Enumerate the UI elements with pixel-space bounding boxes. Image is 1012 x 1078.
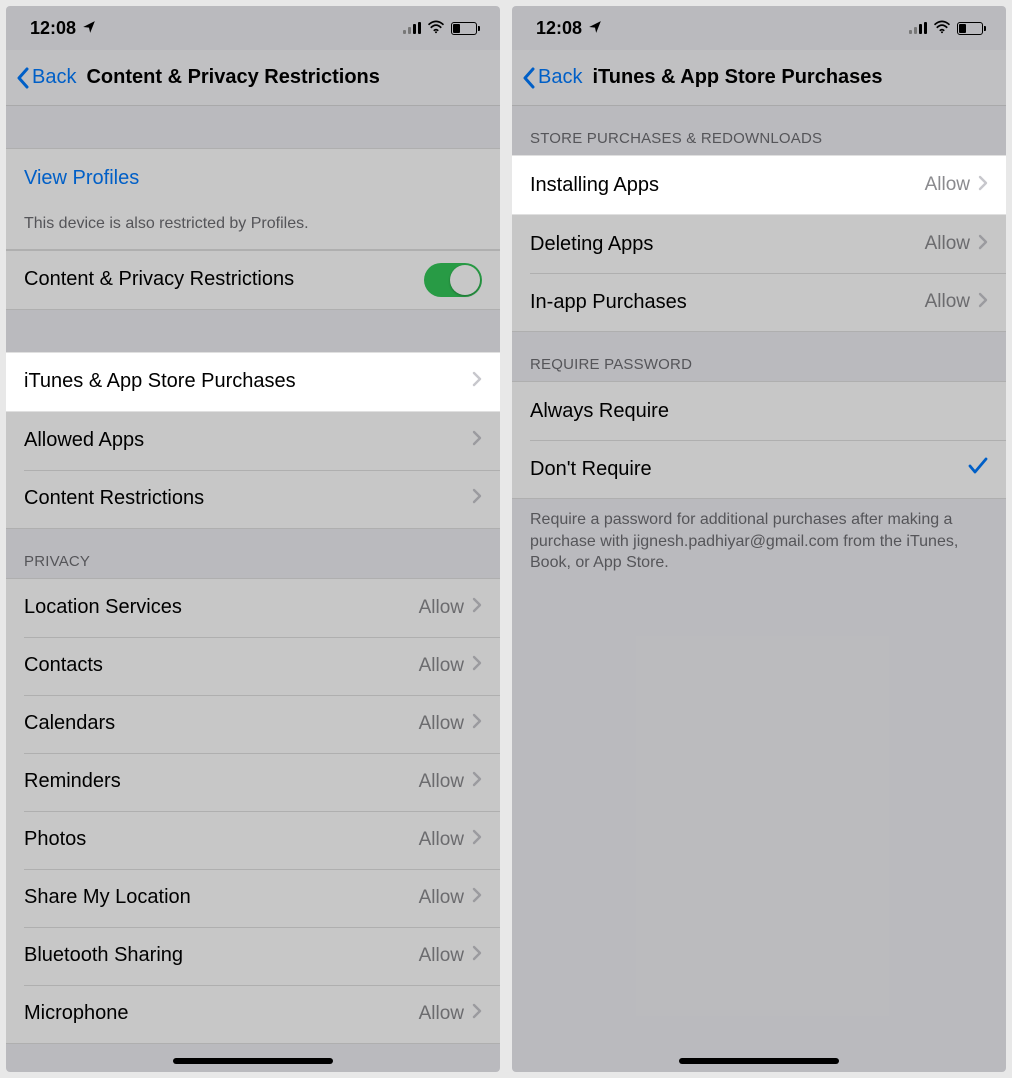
chevron-right-icon (472, 429, 482, 452)
privacy-row[interactable]: ContactsAllow (6, 637, 500, 695)
nav-bar: Back Content & Privacy Restrictions (6, 50, 500, 106)
privacy-row[interactable]: PhotosAllow (6, 811, 500, 869)
page-title: Content & Privacy Restrictions (86, 66, 490, 89)
checkmark-icon (968, 457, 988, 481)
privacy-value: Allow (419, 655, 464, 677)
privacy-row[interactable]: RemindersAllow (6, 753, 500, 811)
deleting-apps-value: Allow (925, 233, 970, 255)
master-toggle-group: Content & Privacy Restrictions (6, 250, 500, 310)
privacy-row[interactable]: Bluetooth SharingAllow (6, 927, 500, 985)
location-arrow-icon (588, 18, 602, 39)
status-time: 12:08 (30, 18, 76, 39)
chevron-right-icon (978, 174, 988, 197)
store-header: Store Purchases & Redownloads (512, 106, 1006, 155)
location-arrow-icon (82, 18, 96, 39)
status-bar: 12:08 (512, 6, 1006, 50)
installing-apps-label: Installing Apps (530, 174, 925, 197)
password-group: Always Require Don't Require (512, 381, 1006, 499)
privacy-label: Contacts (24, 654, 419, 677)
chevron-right-icon (472, 654, 482, 677)
inapp-value: Allow (925, 291, 970, 313)
view-profiles-row[interactable]: View Profiles (6, 149, 500, 207)
phone-right: 12:08 Back iTunes & App Store Purchases … (512, 6, 1006, 1072)
status-time: 12:08 (536, 18, 582, 39)
deleting-apps-row[interactable]: Deleting Apps Allow (512, 215, 1006, 273)
privacy-row[interactable]: CalendarsAllow (6, 695, 500, 753)
privacy-value: Allow (419, 829, 464, 851)
always-require-label: Always Require (530, 400, 988, 423)
chevron-right-icon (472, 487, 482, 510)
allowed-apps-row[interactable]: Allowed Apps (6, 412, 500, 470)
content-restrictions-label: Content Restrictions (24, 487, 472, 510)
battery-icon (451, 22, 480, 35)
allowed-apps-label: Allowed Apps (24, 429, 472, 452)
phone-left: 12:08 Back Content & Privacy Restriction… (6, 6, 500, 1072)
privacy-label: Calendars (24, 712, 419, 735)
chevron-right-icon (472, 886, 482, 909)
privacy-label: Reminders (24, 770, 419, 793)
battery-icon (957, 22, 986, 35)
wifi-icon (427, 18, 445, 39)
cell-signal-icon (909, 22, 927, 34)
always-require-row[interactable]: Always Require (512, 382, 1006, 440)
deleting-apps-label: Deleting Apps (530, 233, 925, 256)
inapp-label: In-app Purchases (530, 291, 925, 314)
chevron-right-icon (978, 291, 988, 314)
home-indicator[interactable] (173, 1058, 333, 1064)
home-indicator[interactable] (679, 1058, 839, 1064)
back-button[interactable]: Back (16, 66, 76, 89)
chevron-right-icon (472, 1002, 482, 1025)
privacy-label: Microphone (24, 1002, 419, 1025)
nav-bar: Back iTunes & App Store Purchases (512, 50, 1006, 106)
toggle-label: Content & Privacy Restrictions (24, 268, 424, 291)
privacy-row[interactable]: Location ServicesAllow (6, 579, 500, 637)
privacy-label: Share My Location (24, 886, 419, 909)
status-bar: 12:08 (6, 6, 500, 50)
profiles-group: View Profiles This device is also restri… (6, 148, 500, 250)
chevron-right-icon (472, 828, 482, 851)
installing-apps-row[interactable]: Installing Apps Allow (512, 155, 1006, 215)
installing-apps-value: Allow (925, 174, 970, 196)
back-label: Back (538, 66, 582, 89)
dont-require-label: Don't Require (530, 458, 968, 481)
privacy-value: Allow (419, 713, 464, 735)
privacy-row[interactable]: MicrophoneAllow (6, 985, 500, 1043)
wifi-icon (933, 18, 951, 39)
privacy-value: Allow (419, 771, 464, 793)
password-header: Require Password (512, 332, 1006, 381)
privacy-header: Privacy (6, 529, 500, 578)
itunes-purchases-row[interactable]: iTunes & App Store Purchases (6, 352, 500, 412)
privacy-value: Allow (419, 1003, 464, 1025)
content-privacy-toggle-row[interactable]: Content & Privacy Restrictions (6, 251, 500, 309)
dont-require-row[interactable]: Don't Require (512, 440, 1006, 498)
toggle-switch-on-icon[interactable] (424, 263, 482, 297)
privacy-label: Bluetooth Sharing (24, 944, 419, 967)
content-restrictions-row[interactable]: Content Restrictions (6, 470, 500, 528)
profiles-note: This device is also restricted by Profil… (6, 207, 500, 249)
inapp-purchases-row[interactable]: In-app Purchases Allow (512, 273, 1006, 331)
restrictions-group: Allowed Apps Content Restrictions (6, 412, 500, 529)
chevron-right-icon (472, 944, 482, 967)
view-profiles-label: View Profiles (24, 167, 482, 190)
back-button[interactable]: Back (522, 66, 582, 89)
privacy-group: Location ServicesAllowContactsAllowCalen… (6, 578, 500, 1044)
itunes-label: iTunes & App Store Purchases (24, 370, 472, 393)
chevron-right-icon (472, 770, 482, 793)
password-footer: Require a password for additional purcha… (512, 499, 1006, 582)
privacy-value: Allow (419, 597, 464, 619)
back-label: Back (32, 66, 76, 89)
privacy-value: Allow (419, 945, 464, 967)
chevron-right-icon (978, 233, 988, 256)
privacy-label: Photos (24, 828, 419, 851)
cell-signal-icon (403, 22, 421, 34)
privacy-value: Allow (419, 887, 464, 909)
page-title: iTunes & App Store Purchases (592, 66, 996, 89)
chevron-right-icon (472, 370, 482, 393)
chevron-right-icon (472, 596, 482, 619)
chevron-right-icon (472, 712, 482, 735)
store-group-rest: Deleting Apps Allow In-app Purchases All… (512, 215, 1006, 332)
privacy-label: Location Services (24, 596, 419, 619)
privacy-row[interactable]: Share My LocationAllow (6, 869, 500, 927)
